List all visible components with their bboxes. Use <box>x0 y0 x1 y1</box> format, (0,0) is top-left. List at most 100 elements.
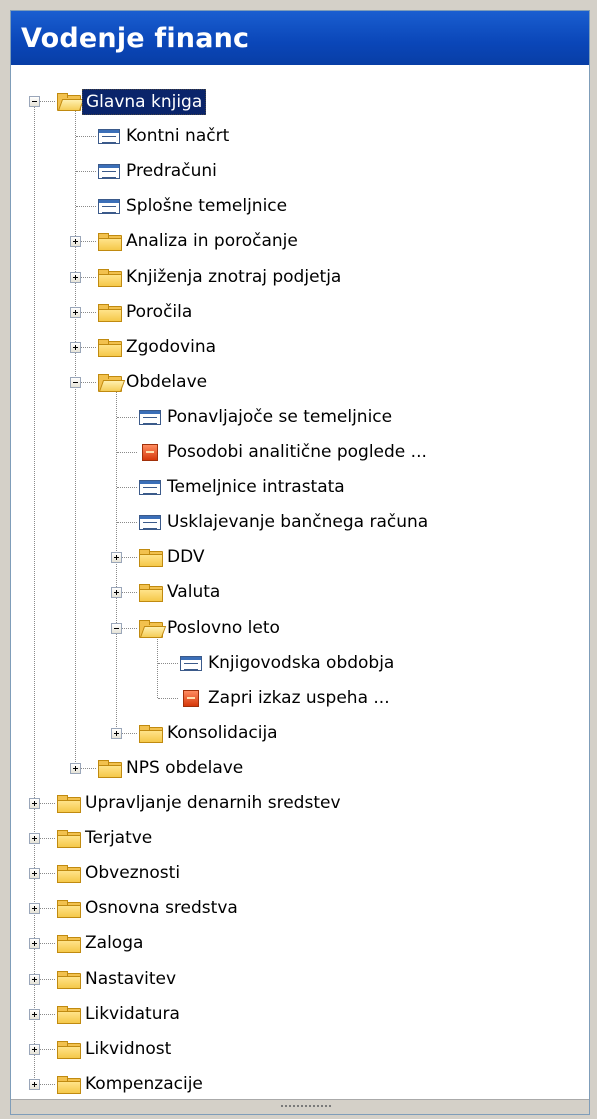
pane-title: Vodenje financ <box>21 22 250 54</box>
tree-item[interactable]: Poslovno leto <box>11 610 589 646</box>
tree-item[interactable]: Likvidatura <box>11 996 589 1032</box>
tree-item-label: DDV <box>167 547 205 568</box>
tree-connector-line <box>158 662 178 664</box>
tree-item[interactable]: Kompenzacije <box>11 1066 589 1102</box>
menu-tree[interactable]: Glavna knjiga Kontni načrt Predračuni Sploš… <box>11 65 589 1094</box>
tree-item[interactable]: Temeljnice intrastata <box>11 469 589 505</box>
tree-item[interactable]: Likvidnost <box>11 1031 589 1067</box>
expand-icon[interactable] <box>70 236 81 248</box>
tree-item[interactable]: Terjatve <box>11 820 589 856</box>
expand-icon[interactable] <box>111 727 122 739</box>
folder-icon <box>55 1004 81 1024</box>
tree-item-label: Likvidnost <box>85 1038 172 1059</box>
tree-item[interactable]: Upravljanje denarnih sredstev <box>11 785 589 821</box>
form-icon <box>137 477 163 497</box>
tree-item[interactable]: Nastavitev <box>11 961 589 997</box>
expand-icon[interactable] <box>29 1078 40 1090</box>
resize-bar[interactable] <box>11 1099 589 1114</box>
tree-item-label: Poslovno leto <box>167 617 280 638</box>
expand-icon[interactable] <box>29 833 40 845</box>
expand-icon[interactable] <box>29 1008 40 1020</box>
folder-icon <box>137 582 163 603</box>
tree-connector-line <box>76 171 96 173</box>
tree-item[interactable]: DDV <box>11 539 589 575</box>
tree-item-label: Knjigovodska obdobja <box>208 652 395 673</box>
expand-icon[interactable] <box>111 552 122 564</box>
tree-item-label: Obdelave <box>126 371 208 392</box>
tree-item[interactable]: Kontni načrt <box>11 118 589 154</box>
tree-item-label: Konsolidacija <box>167 722 278 743</box>
expand-icon[interactable] <box>29 798 40 809</box>
form-icon <box>96 196 122 216</box>
folder-icon <box>55 828 81 849</box>
expand-icon[interactable] <box>70 762 81 774</box>
form-icon <box>96 161 122 181</box>
tree-item-label: Usklajevanje bančnega računa <box>167 512 429 533</box>
collapse-icon[interactable] <box>111 622 122 634</box>
tree-item-label: NPS obdelave <box>126 757 244 778</box>
tree-item-label: Terjatve <box>85 828 153 849</box>
tree-item[interactable]: Zgodovina <box>11 329 589 365</box>
tree-item-label: Ponavljajoče se temeljnice <box>167 406 393 427</box>
folder-open-icon <box>96 372 126 392</box>
tree-item[interactable]: Poročila <box>11 294 589 330</box>
tree-item-label: Posodobi analitične poglede ... <box>167 442 427 462</box>
tree-item[interactable]: Usklajevanje bančnega računa <box>11 504 589 540</box>
tree-connector-line <box>76 136 96 138</box>
folder-icon <box>96 231 122 252</box>
tree-connector-line <box>158 697 178 699</box>
tree-item-label: Valuta <box>167 582 221 603</box>
tree-item[interactable]: Posodobi analitične poglede ... <box>11 434 589 470</box>
tree-connector-line <box>117 487 137 489</box>
tree-item[interactable]: Zapri izkaz uspeha ... <box>11 680 589 716</box>
form-icon <box>178 653 204 673</box>
tree-item[interactable]: Valuta <box>11 574 589 610</box>
folder-icon <box>55 863 81 884</box>
folder-open-icon <box>55 91 85 111</box>
expand-icon[interactable] <box>70 341 81 353</box>
expand-icon[interactable] <box>29 1043 40 1055</box>
report-icon <box>137 442 163 462</box>
tree-item[interactable]: Knjiženja znotraj podjetja <box>11 259 589 295</box>
report-icon <box>178 688 204 708</box>
expand-icon[interactable] <box>29 938 40 950</box>
tree-item[interactable]: Zaloga <box>11 925 589 961</box>
resize-grip-icon[interactable] <box>281 1105 331 1110</box>
tree-item[interactable]: NPS obdelave <box>11 750 589 786</box>
expand-icon[interactable] <box>29 903 40 915</box>
tree-item[interactable]: Knjigovodska obdobja <box>11 645 589 681</box>
folder-icon <box>55 898 81 919</box>
tree-item[interactable]: Osnovna sredstva <box>11 890 589 926</box>
pane-title-bar: Vodenje financ <box>11 11 589 65</box>
folder-icon <box>96 758 122 778</box>
form-icon <box>137 407 163 427</box>
tree-item[interactable]: Obdelave <box>11 364 589 400</box>
tree-item[interactable]: Obveznosti <box>11 855 589 891</box>
folder-icon <box>55 933 81 954</box>
expand-icon[interactable] <box>70 271 81 283</box>
tree-item-label: Likvidatura <box>85 1003 180 1024</box>
expand-icon[interactable] <box>29 868 40 880</box>
tree-item-label: Osnovna sredstva <box>85 898 238 919</box>
collapse-icon[interactable] <box>70 376 81 388</box>
tree-item[interactable]: Konsolidacija <box>11 715 589 751</box>
tree-item-label: Knjiženja znotraj podjetja <box>126 266 342 287</box>
tree-item-label: Glavna knjiga <box>82 89 207 115</box>
tree-item-label: Upravljanje denarnih sredstev <box>85 793 341 813</box>
collapse-icon[interactable] <box>29 96 40 107</box>
tree-item[interactable]: Analiza in poročanje <box>11 223 589 259</box>
navigation-pane: Vodenje financ Glavna knjiga Kontni načrt… <box>10 10 590 1115</box>
expand-icon[interactable] <box>29 973 40 985</box>
folder-icon <box>96 267 122 287</box>
tree-item[interactable]: Predračuni <box>11 153 589 189</box>
folder-icon <box>137 547 163 568</box>
tree-item-label: Kompenzacije <box>85 1073 203 1094</box>
tree-item[interactable]: Ponavljajoče se temeljnice <box>11 399 589 435</box>
expand-icon[interactable] <box>111 587 122 599</box>
folder-icon <box>96 337 122 357</box>
tree-item[interactable]: Splošne temeljnice <box>11 188 589 224</box>
tree-connector-line <box>117 452 137 453</box>
tree-item[interactable]: Glavna knjiga <box>11 83 589 119</box>
expand-icon[interactable] <box>70 306 81 318</box>
window-frame: Vodenje financ Glavna knjiga Kontni načrt… <box>0 0 597 1119</box>
